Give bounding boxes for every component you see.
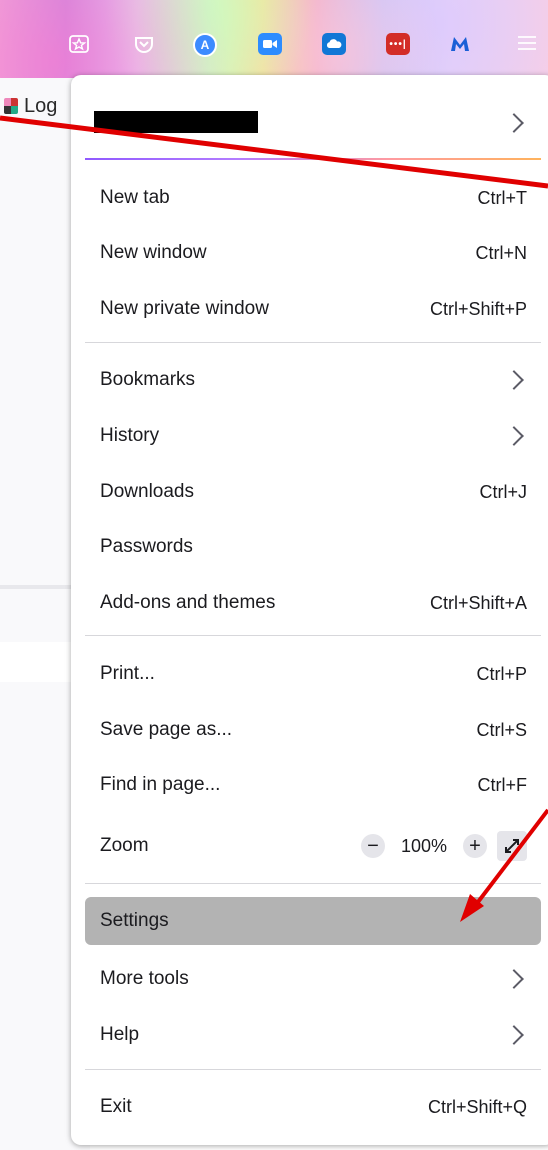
menu-item-label: Settings: [100, 910, 169, 931]
onedrive-cloud-icon[interactable]: [322, 33, 346, 55]
menu-item-label: Exit: [100, 1096, 132, 1117]
chevron-right-icon: [504, 1025, 524, 1045]
separator: [85, 342, 541, 343]
shortcut-label: Ctrl+Shift+Q: [427, 1096, 527, 1117]
menu-item-label: New window: [100, 242, 207, 263]
site-favicon-icon: [4, 98, 18, 114]
page-link-label: Log: [24, 94, 58, 117]
account-separator: [85, 158, 541, 160]
shortcut-label: Ctrl+F: [477, 774, 528, 795]
shortcut-label: Ctrl+N: [475, 242, 527, 263]
app-menu-panel: New tab Ctrl+T New window Ctrl+N New pri…: [71, 75, 548, 1145]
menu-item-label: History: [100, 425, 160, 446]
menu-item-label: New private window: [100, 298, 269, 319]
menu-item-label: Zoom: [100, 835, 149, 856]
menu-item-bookmarks[interactable]: Bookmarks: [85, 356, 541, 404]
avatar-a-icon[interactable]: A: [193, 33, 217, 57]
menu-item-downloads[interactable]: Downloads Ctrl+J: [85, 468, 541, 516]
lastpass-icon[interactable]: •••|: [386, 33, 410, 55]
redaction-box: [94, 111, 258, 133]
menu-item-label: Print...: [100, 663, 155, 684]
menu-item-label: Downloads: [100, 481, 194, 502]
menu-item-print[interactable]: Print... Ctrl+P: [85, 650, 541, 698]
menu-item-label: Add-ons and themes: [100, 592, 276, 613]
menu-item-label: Bookmarks: [100, 369, 196, 390]
menu-item-help[interactable]: Help: [85, 1011, 541, 1059]
menu-item-label: Find in page...: [100, 774, 221, 795]
menu-item-history[interactable]: History: [85, 412, 541, 460]
chevron-right-icon: [504, 113, 524, 133]
menu-item-new-window[interactable]: New window Ctrl+N: [85, 229, 541, 277]
menu-item-zoom: Zoom − 100% +: [85, 822, 541, 870]
menu-item-more-tools[interactable]: More tools: [85, 955, 541, 1003]
shortcut-label: Ctrl+S: [476, 719, 527, 740]
menu-item-new-private-window[interactable]: New private window Ctrl+Shift+P: [85, 285, 541, 333]
zoom-controls: − 100% +: [361, 831, 527, 861]
separator: [85, 883, 541, 884]
menu-item-label: New tab: [100, 187, 170, 208]
zoom-in-button[interactable]: +: [463, 834, 487, 858]
menu-item-settings[interactable]: Settings: [85, 897, 541, 945]
menu-item-find-in-page[interactable]: Find in page... Ctrl+F: [85, 761, 541, 809]
chevron-right-icon: [504, 426, 524, 446]
menu-item-save-page-as[interactable]: Save page as... Ctrl+S: [85, 706, 541, 754]
zoom-out-button[interactable]: −: [361, 834, 385, 858]
separator: [85, 1069, 541, 1070]
menu-item-label: Passwords: [100, 536, 193, 557]
chevron-right-icon: [504, 370, 524, 390]
zoom-video-icon[interactable]: [258, 33, 282, 55]
shortcut-label: Ctrl+Shift+P: [429, 298, 527, 319]
shortcut-label: Ctrl+J: [479, 481, 527, 502]
zoom-reset-button[interactable]: 100%: [395, 836, 453, 857]
app-menu-icon[interactable]: [514, 34, 540, 54]
separator: [85, 635, 541, 636]
shortcut-label: Ctrl+Shift+A: [429, 592, 527, 613]
shortcut-label: Ctrl+P: [476, 663, 527, 684]
menu-item-label: Help: [100, 1024, 140, 1045]
chevron-right-icon: [504, 969, 524, 989]
menu-item-exit[interactable]: Exit Ctrl+Shift+Q: [85, 1083, 541, 1131]
menu-item-new-tab[interactable]: New tab Ctrl+T: [85, 174, 541, 222]
fullscreen-icon[interactable]: [497, 831, 527, 861]
shortcut-label: Ctrl+T: [477, 187, 528, 208]
pocket-icon[interactable]: [132, 33, 156, 55]
malwarebytes-icon[interactable]: [448, 33, 472, 55]
extension-star-icon[interactable]: [67, 33, 91, 55]
menu-item-passwords[interactable]: Passwords: [85, 523, 541, 571]
menu-item-label: More tools: [100, 968, 189, 989]
menu-item-label: Save page as...: [100, 719, 233, 740]
menu-item-addons-themes[interactable]: Add-ons and themes Ctrl+Shift+A: [85, 579, 541, 627]
